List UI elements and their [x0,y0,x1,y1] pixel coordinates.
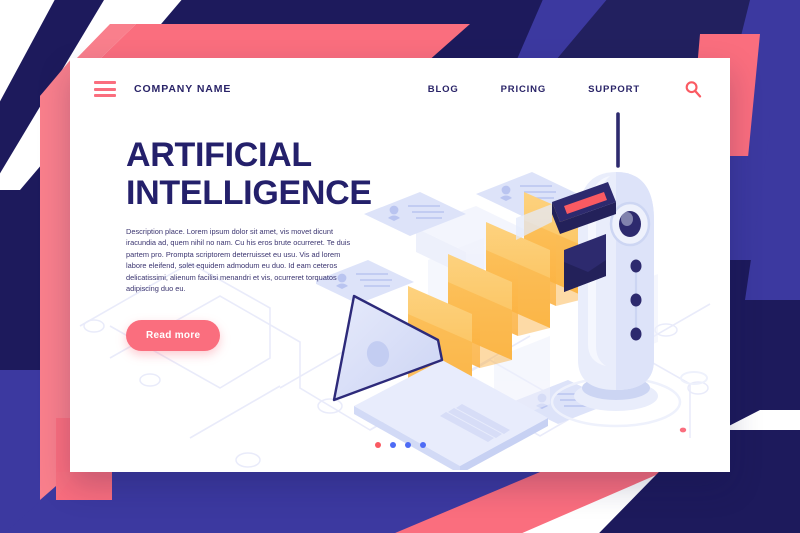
page-root: COMPANY NAME BLOG PRICING SUPPORT ARTIFI… [0,0,800,533]
hamburger-icon[interactable] [94,81,116,97]
search-glyph [685,81,702,98]
hero-content: ARTIFICIAL INTELLIGENCE Description plac… [126,136,426,352]
page-title-line2: INTELLIGENCE [126,174,372,212]
carousel-dot-4[interactable] [419,442,426,448]
hamburger-bar [94,94,116,97]
search-icon[interactable] [682,78,704,100]
carousel-dot-2[interactable] [389,442,396,448]
carousel-dot-3[interactable] [404,442,411,448]
nav-item-blog[interactable]: BLOG [428,84,459,95]
carousel-dot-1[interactable] [374,442,381,448]
hero-card: COMPANY NAME BLOG PRICING SUPPORT ARTIFI… [70,58,730,472]
read-more-button[interactable]: Read more [126,320,221,352]
hero-description: Description place. Lorem ipsum dolor sit… [126,227,351,294]
nav-item-support[interactable]: SUPPORT [588,84,640,95]
page-title-line1: ARTIFICIAL [126,136,312,174]
carousel-dots [70,442,730,448]
hamburger-bar [94,87,116,91]
hamburger-bar [94,81,116,84]
nav-item-pricing[interactable]: PRICING [501,84,547,95]
page-title: ARTIFICIAL INTELLIGENCE [126,136,426,212]
main-nav: BLOG PRICING SUPPORT [428,78,730,100]
brand-name: COMPANY NAME [134,83,232,95]
